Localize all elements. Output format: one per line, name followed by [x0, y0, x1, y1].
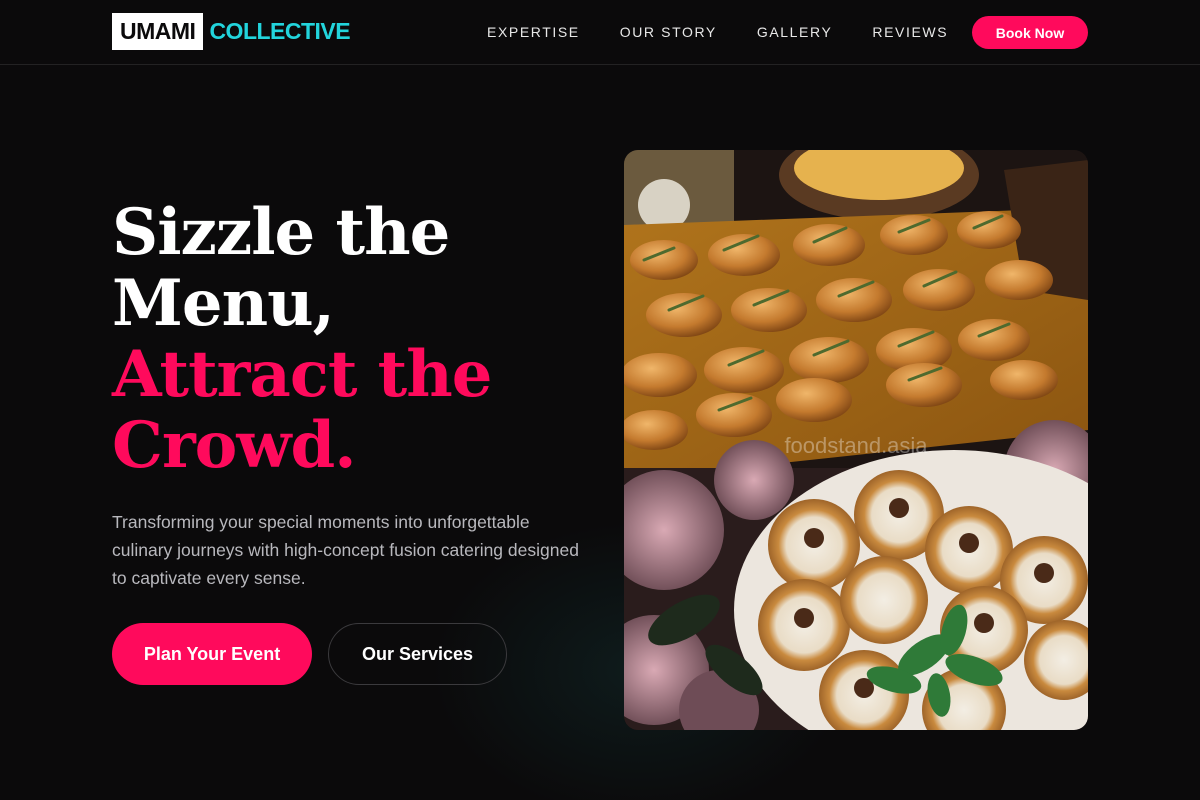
- nav-item-reviews[interactable]: REVIEWS: [872, 22, 948, 42]
- site-header: UMAMI COLLECTIVE EXPERTISE OUR STORY GAL…: [0, 0, 1200, 65]
- headline-accent-line-1: Attract the: [112, 337, 492, 412]
- book-now-button[interactable]: Book Now: [972, 16, 1088, 49]
- image-watermark: foodstand.asia: [784, 433, 928, 458]
- headline-line-1: Sizzle the: [112, 195, 450, 270]
- hero-food-image: foodstand.asia: [624, 150, 1088, 730]
- headline-line-2: Menu,: [112, 266, 335, 341]
- logo[interactable]: UMAMI COLLECTIVE: [112, 13, 351, 50]
- hero-subtitle: Transforming your special moments into u…: [112, 512, 579, 588]
- our-services-button[interactable]: Our Services: [328, 623, 507, 685]
- hero-headline: Sizzle the Menu, Attract the Crowd.: [112, 197, 612, 481]
- headline-accent-line-2: Crowd.: [112, 408, 356, 483]
- logo-accent-text: COLLECTIVE: [209, 18, 351, 44]
- nav-item-our-story[interactable]: OUR STORY: [620, 22, 717, 42]
- nav-item-expertise[interactable]: EXPERTISE: [487, 22, 580, 42]
- nav-item-gallery[interactable]: GALLERY: [757, 22, 833, 42]
- plan-your-event-button[interactable]: Plan Your Event: [112, 623, 312, 685]
- main-nav: EXPERTISE OUR STORY GALLERY REVIEWS: [487, 22, 988, 42]
- logo-wordmark: UMAMI: [112, 13, 204, 50]
